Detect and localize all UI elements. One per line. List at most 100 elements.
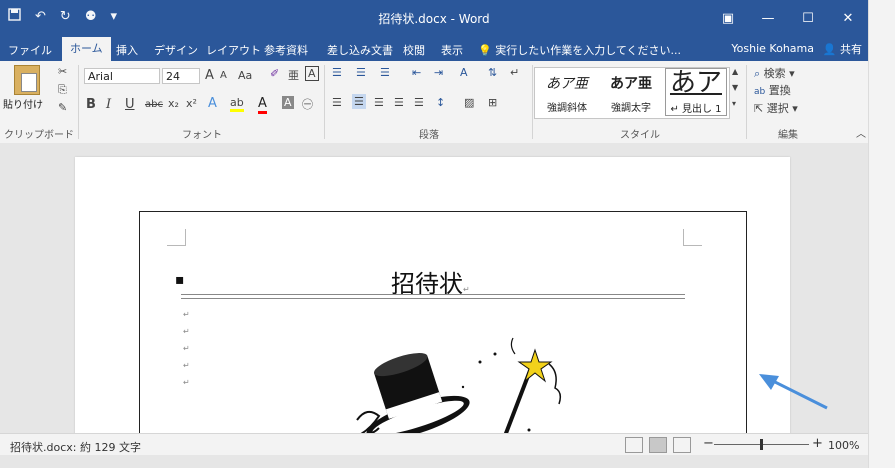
copy-icon[interactable]: ⎘ — [58, 83, 67, 97]
shrink-font-button[interactable]: A — [220, 70, 227, 81]
document-page[interactable]: ▪ 招待状↵ ↵ ↵ ↵ ↵ ↵ — [75, 157, 790, 433]
read-mode-icon[interactable] — [625, 437, 643, 453]
character-border-icon[interactable]: A — [305, 66, 319, 81]
style-strong-name: 強調太字 — [611, 103, 651, 114]
superscript-button[interactable]: x² — [186, 97, 197, 110]
tab-review[interactable]: 校閲 — [403, 42, 425, 58]
document-info[interactable]: 招待状.docx: 約 129 文字 — [10, 439, 141, 455]
minimize-button[interactable]: — — [748, 0, 788, 37]
select-label: 選択 — [766, 102, 789, 115]
maximize-button[interactable]: ☐ — [788, 0, 828, 37]
editing-group: ⌕ 検索 ▾ ab 置換 ⇱ 選択 ▾ 編集 — [748, 61, 828, 143]
ribbon-display-options-icon[interactable]: ▣ — [708, 0, 748, 37]
format-painter-icon[interactable]: ✎ — [58, 101, 67, 114]
styles-more-icon[interactable]: ▾ — [732, 99, 736, 108]
style-strong-preview: あア亜 — [610, 76, 652, 92]
tab-mailings[interactable]: 差し込み文書 — [327, 42, 393, 58]
subscript-button[interactable]: x₂ — [168, 97, 179, 110]
distributed-icon[interactable]: ☰ — [414, 96, 424, 109]
collapse-ribbon-icon[interactable]: ︿ — [856, 125, 866, 140]
font-color-icon[interactable]: A — [258, 96, 267, 114]
zoom-in-button[interactable]: + — [812, 436, 823, 451]
group-separator — [78, 65, 79, 139]
align-center-icon[interactable]: ☰ — [352, 94, 366, 109]
line-spacing-icon[interactable]: ↕ — [436, 96, 445, 109]
user-name[interactable]: Yoshie Kohama — [731, 42, 814, 55]
show-marks-icon[interactable]: ↵ — [510, 66, 519, 79]
bold-button[interactable]: B — [86, 97, 96, 112]
text-effects-icon[interactable]: A — [208, 96, 217, 111]
shading-icon[interactable]: ▨ — [464, 96, 474, 109]
paste-icon[interactable] — [14, 65, 40, 95]
clipboard-group: 貼り付け ✂ ⎘ ✎ クリップボード — [0, 61, 78, 143]
tell-me-input[interactable]: 💡 実行したい作業を入力してください... — [478, 42, 681, 58]
font-name-select[interactable]: Arial — [84, 68, 160, 84]
zoom-slider-thumb[interactable] — [760, 439, 763, 450]
find-button[interactable]: ⌕ 検索 ▾ — [754, 65, 795, 81]
view-buttons — [625, 437, 691, 453]
phonetic-guide-icon[interactable]: 亜 — [288, 67, 299, 83]
highlight-icon[interactable]: ab — [230, 96, 244, 112]
zoom-out-button[interactable]: − — [703, 436, 714, 451]
style-emphasis-name: 強調斜体 — [547, 103, 587, 114]
paragraph-mark: ↵ — [463, 285, 470, 294]
select-button[interactable]: ⇱ 選択 ▾ — [754, 100, 798, 116]
clear-formatting-icon[interactable]: ✐ — [270, 67, 279, 80]
decrease-indent-icon[interactable]: ⇤ — [412, 66, 421, 79]
document-area[interactable]: ▪ 招待状↵ ↵ ↵ ↵ ↵ ↵ — [0, 143, 868, 433]
pointer-arrow-icon — [759, 374, 828, 410]
tab-references[interactable]: 参考資料 — [264, 42, 308, 58]
character-shading-icon[interactable]: A — [282, 96, 294, 109]
find-label: 検索 — [763, 67, 786, 80]
editing-group-label: 編集 — [778, 130, 798, 141]
justify-icon[interactable]: ☰ — [394, 96, 404, 109]
bullets-icon[interactable]: ☰ — [332, 66, 342, 79]
paragraph-mark: ↵ — [183, 327, 190, 336]
share-button[interactable]: 👤 共有 — [823, 41, 862, 57]
status-bar: 招待状.docx: 約 129 文字 − + 100% — [0, 433, 868, 456]
asian-layout-icon[interactable]: A — [460, 66, 468, 79]
paragraph-group-label: 段落 — [419, 130, 439, 141]
style-heading-1-preview: あア — [669, 68, 722, 98]
taskbar-gap — [0, 455, 868, 468]
italic-button[interactable]: I — [106, 97, 111, 112]
align-left-icon[interactable]: ☰ — [332, 96, 342, 109]
replace-button[interactable]: ab 置換 — [754, 82, 791, 98]
tab-layout[interactable]: レイアウト — [206, 42, 261, 58]
numbering-icon[interactable]: ☰ — [356, 66, 366, 79]
zoom-level[interactable]: 100% — [828, 439, 859, 452]
tab-file[interactable]: ファイル — [8, 42, 52, 58]
strikethrough-button[interactable]: abc — [145, 99, 163, 110]
grow-font-button[interactable]: A — [205, 68, 214, 83]
magic-hat-illustration[interactable] — [345, 332, 565, 433]
cut-icon[interactable]: ✂ — [58, 65, 67, 78]
tab-view[interactable]: 表示 — [441, 42, 463, 58]
paragraph-mark: ↵ — [183, 344, 190, 353]
style-heading-1[interactable]: あア ↵ 見出し 1 — [665, 68, 727, 116]
sort-icon[interactable]: ⇅ — [488, 66, 497, 79]
align-right-icon[interactable]: ☰ — [374, 96, 384, 109]
enclose-characters-icon[interactable]: ㊀ — [302, 96, 313, 112]
underline-button[interactable]: U — [125, 97, 135, 112]
style-heading-1-name: ↵ 見出し 1 — [670, 104, 722, 115]
group-separator — [532, 65, 533, 139]
style-emphasis[interactable]: あア亜 強調斜体 — [535, 68, 599, 116]
paste-button-label[interactable]: 貼り付け — [3, 96, 43, 111]
tab-home[interactable]: ホーム — [62, 37, 111, 61]
style-strong[interactable]: あア亜 強調太字 — [599, 68, 663, 116]
font-size-select[interactable]: 24 — [162, 68, 200, 84]
tab-design[interactable]: デザイン — [154, 42, 198, 58]
title-bar: ↶ ↻ ⚉ ▾ 招待状.docx - Word ▣ — ☐ ✕ — [0, 0, 868, 37]
styles-scroll-down-icon[interactable]: ▼ — [732, 83, 738, 92]
print-layout-icon[interactable] — [649, 437, 667, 453]
change-case-button[interactable]: Aa — [238, 69, 252, 82]
borders-icon[interactable]: ⊞ — [488, 96, 497, 109]
increase-indent-icon[interactable]: ⇥ — [434, 66, 443, 79]
multilevel-list-icon[interactable]: ☰ — [380, 66, 390, 79]
styles-scroll-up-icon[interactable]: ▲ — [732, 67, 738, 76]
close-button[interactable]: ✕ — [828, 0, 868, 37]
web-layout-icon[interactable] — [673, 437, 691, 453]
tab-insert[interactable]: 挿入 — [116, 42, 138, 58]
group-separator — [324, 65, 325, 139]
ribbon-tabs: ファイル ホーム 挿入 デザイン レイアウト 参考資料 差し込み文書 校閲 表示… — [0, 37, 868, 61]
